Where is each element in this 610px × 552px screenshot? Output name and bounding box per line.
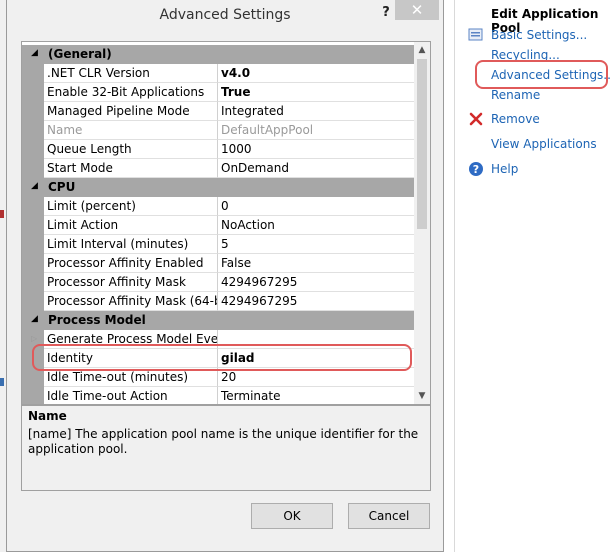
property-value[interactable]: Integrated (218, 102, 415, 121)
row-gutter (22, 121, 44, 140)
help-button[interactable]: ? (377, 5, 395, 23)
category-label: CPU (48, 180, 76, 194)
property-name: Limit Interval (minutes) (44, 235, 218, 254)
row-gutter (22, 216, 44, 235)
property-row[interactable]: Idle Time-out Action Terminate (22, 387, 415, 404)
row-gutter (22, 102, 44, 121)
property-value[interactable]: NoAction (218, 216, 415, 235)
property-name: Limit Action (44, 216, 218, 235)
property-row[interactable]: Name DefaultAppPool (22, 121, 415, 140)
property-row[interactable]: Start Mode OnDemand (22, 159, 415, 178)
help-link[interactable]: Help (491, 162, 518, 176)
property-name: Managed Pipeline Mode (44, 102, 218, 121)
property-row[interactable]: Queue Length 1000 (22, 140, 415, 159)
property-row[interactable]: Enable 32-Bit Applications True (22, 83, 415, 102)
rename-link[interactable]: Rename (491, 88, 540, 102)
property-value[interactable]: True (218, 83, 415, 102)
advanced-settings-dialog: Advanced Settings ? ✕ ◢ (General) .NET CLR… (6, 0, 444, 552)
vertical-scrollbar[interactable]: ▲ ▼ (414, 42, 430, 404)
description-panel: Name [name] The application pool name is… (21, 405, 431, 491)
category-header[interactable]: ◢ (General) (22, 45, 415, 64)
property-name: Idle Time-out Action (44, 387, 218, 404)
basic-settings-link[interactable]: Basic Settings... (491, 28, 587, 42)
ok-button[interactable]: OK (251, 503, 333, 529)
background-marker (0, 378, 4, 386)
property-row[interactable]: Limit Action NoAction (22, 216, 415, 235)
remove-icon (468, 111, 484, 127)
row-gutter (22, 83, 44, 102)
category-label: Process Model (48, 313, 146, 327)
category-label: (General) (48, 47, 112, 61)
row-gutter (22, 292, 44, 311)
collapse-toggle-icon[interactable]: ◢ (31, 181, 38, 191)
property-value[interactable]: Terminate (218, 387, 415, 404)
view-applications-link[interactable]: View Applications (491, 137, 597, 151)
scroll-up-icon[interactable]: ▲ (414, 42, 430, 58)
property-row[interactable]: Managed Pipeline Mode Integrated (22, 102, 415, 121)
remove-link[interactable]: Remove (491, 112, 540, 126)
category-header[interactable]: ◢ Process Model (22, 311, 415, 330)
category-header[interactable]: ◢ CPU (22, 178, 415, 197)
property-value[interactable]: 4294967295 (218, 273, 415, 292)
property-name: Queue Length (44, 140, 218, 159)
property-name: Limit (percent) (44, 197, 218, 216)
row-gutter (22, 387, 44, 404)
property-value[interactable]: 1000 (218, 140, 415, 159)
property-row[interactable]: Limit Interval (minutes) 5 (22, 235, 415, 254)
collapse-toggle-icon[interactable]: ◢ (31, 314, 38, 324)
dialog-titlebar: Advanced Settings ? ✕ (7, 0, 443, 32)
row-gutter (22, 140, 44, 159)
property-name: Processor Affinity Mask (44, 273, 218, 292)
property-value[interactable]: v4.0 (218, 64, 415, 83)
property-value[interactable]: DefaultAppPool (218, 121, 415, 140)
cancel-button[interactable]: Cancel (348, 503, 430, 529)
scroll-down-icon[interactable]: ▼ (414, 388, 430, 404)
row-gutter (22, 197, 44, 216)
property-name: Processor Affinity Mask (64-bit c (44, 292, 218, 311)
row-gutter (22, 273, 44, 292)
description-title: Name (28, 409, 67, 423)
property-row[interactable]: Processor Affinity Mask (64-bit c4294967… (22, 292, 415, 311)
property-name: Name (44, 121, 218, 140)
property-value[interactable]: 4294967295 (218, 292, 415, 311)
svg-text:?: ? (473, 163, 479, 176)
property-value[interactable]: False (218, 254, 415, 273)
property-value[interactable]: 0 (218, 197, 415, 216)
advanced-settings-highlight-annotation (475, 60, 608, 89)
description-text: [name] The application pool name is the … (28, 427, 419, 456)
property-name: Enable 32-Bit Applications (44, 83, 218, 102)
property-row[interactable]: Limit (percent) 0 (22, 197, 415, 216)
collapse-toggle-icon[interactable]: ◢ (31, 48, 38, 58)
identity-highlight-annotation (32, 344, 412, 371)
property-name: .NET CLR Version (44, 64, 218, 83)
property-value[interactable]: 5 (218, 235, 415, 254)
row-gutter (22, 64, 44, 83)
scrollbar-thumb[interactable] (417, 59, 427, 229)
help-icon: ? (468, 161, 484, 177)
property-name: Start Mode (44, 159, 218, 178)
row-gutter (22, 159, 44, 178)
property-name: Processor Affinity Enabled (44, 254, 218, 273)
property-row[interactable]: Processor Affinity Enabled False (22, 254, 415, 273)
row-gutter (22, 254, 44, 273)
expand-arrow-icon[interactable]: ▷ (31, 334, 37, 343)
row-gutter (22, 235, 44, 254)
background-marker (0, 210, 4, 218)
property-row[interactable]: .NET CLR Version v4.0 (22, 64, 415, 83)
settings-icon (468, 27, 484, 43)
property-row[interactable]: Processor Affinity Mask 4294967295 (22, 273, 415, 292)
close-button[interactable]: ✕ (395, 0, 439, 20)
property-value[interactable]: OnDemand (218, 159, 415, 178)
